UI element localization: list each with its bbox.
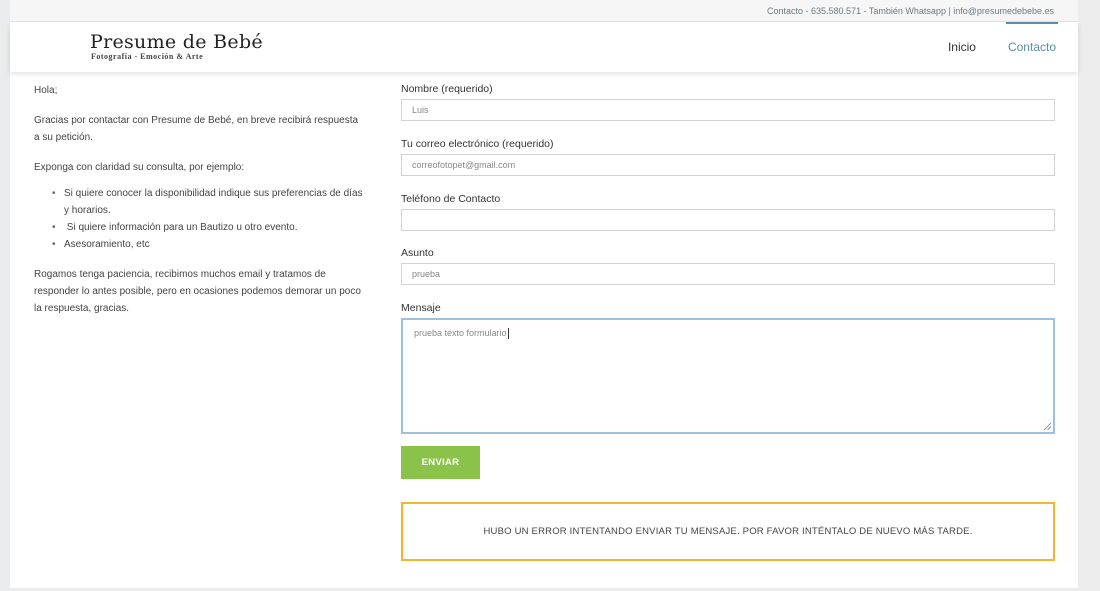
subject-input[interactable] xyxy=(401,263,1055,285)
text-caret xyxy=(507,328,509,340)
logo-title: Presume de Bebé xyxy=(90,31,263,53)
examples-list: Si quiere conocer la disponibilidad indi… xyxy=(52,185,364,253)
name-group: Nombre (requerido) xyxy=(401,82,1055,121)
list-item: Si quiere información para un Bautizo u … xyxy=(52,219,364,236)
subject-label: Asunto xyxy=(401,247,434,259)
email-group: Tu correo electrónico (requerido) xyxy=(401,137,1055,176)
submit-button[interactable]: ENVIAR xyxy=(401,446,480,479)
phone-label: Teléfono de Contacto xyxy=(401,193,501,205)
phone-input[interactable] xyxy=(401,209,1055,231)
thanks-text: Gracias por contactar con Presume de Beb… xyxy=(34,115,359,143)
email-label: Tu correo electrónico (requerido) xyxy=(401,138,554,150)
list-item: Asesoramiento, etc xyxy=(52,236,364,253)
site-logo[interactable]: Presume de Bebé Fotografía - Emoción & A… xyxy=(90,32,280,61)
greeting-text: Hola; xyxy=(34,85,58,96)
message-text: prueba texto formulario xyxy=(414,328,507,338)
contact-info-text: Contacto - 635.580.571 - También Whatsap… xyxy=(767,6,1054,16)
site-header: Presume de Bebé Fotografía - Emoción & A… xyxy=(10,22,1078,72)
list-item: Si quiere conocer la disponibilidad indi… xyxy=(52,185,364,219)
top-info-bar: Contacto - 635.580.571 - También Whatsap… xyxy=(10,0,1078,22)
page-gutter xyxy=(1078,0,1100,591)
name-label: Nombre (requerido) xyxy=(401,83,493,95)
subject-group: Asunto xyxy=(401,246,1055,285)
message-textarea[interactable]: prueba texto formulario xyxy=(401,318,1055,434)
error-message-text: HUBO UN ERROR INTENTANDO ENVIAR TU MENSA… xyxy=(483,526,973,537)
main-nav: Inicio Contacto xyxy=(916,22,1059,72)
instruction-text: Exponga con claridad su consulta, por ej… xyxy=(34,162,245,173)
nav-item-contacto[interactable]: Contacto xyxy=(1005,22,1059,72)
phone-group: Teléfono de Contacto xyxy=(401,192,1055,231)
email-input[interactable] xyxy=(401,154,1055,176)
error-message-box: HUBO UN ERROR INTENTANDO ENVIAR TU MENSA… xyxy=(401,502,1055,561)
message-group: Mensaje prueba texto formulario xyxy=(401,301,1055,434)
message-label: Mensaje xyxy=(401,302,441,314)
resize-handle-icon[interactable] xyxy=(1044,423,1051,430)
page-content: Hola; Gracias por contactar con Presume … xyxy=(10,72,1078,588)
intro-text: Hola; Gracias por contactar con Presume … xyxy=(34,82,364,330)
logo-subtitle: Fotografía - Emoción & Arte xyxy=(91,52,204,61)
name-input[interactable] xyxy=(401,99,1055,121)
nav-item-inicio[interactable]: Inicio xyxy=(948,22,976,72)
closing-text: Rogamos tenga paciencia, recibimos mucho… xyxy=(34,269,361,314)
